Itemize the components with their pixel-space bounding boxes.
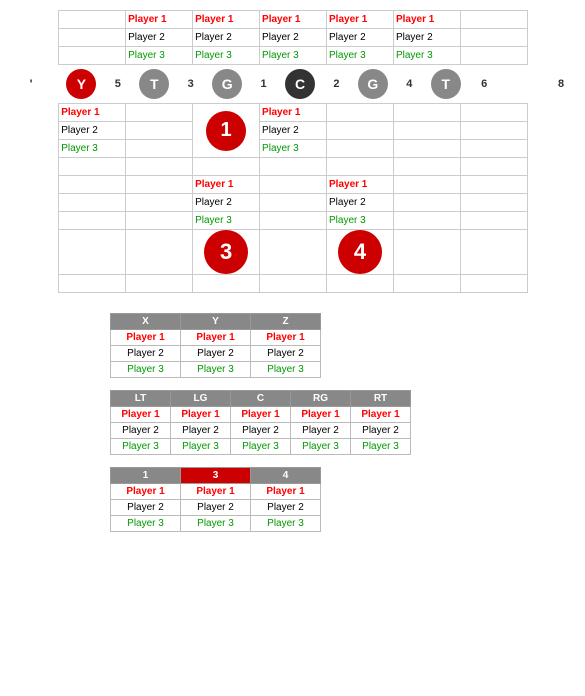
table-row: X Y Z xyxy=(111,314,321,330)
table-row: Player 1 Player 1 Player 1 xyxy=(111,330,321,346)
label-p3: Player 3 xyxy=(128,50,165,61)
label-p1: Player 1 xyxy=(195,14,233,25)
table-row: Player 2 Player 2 Player 2 Player 2 Play… xyxy=(111,423,411,439)
table-row: Player 3 Player 3 xyxy=(10,140,570,158)
table-row: Player 2 Player 2 Player 2 xyxy=(111,346,321,362)
letter-row: ' Y 5 T 3 G 1 C 2 G 4 T 6 8 xyxy=(10,65,570,103)
num-apostrophe: ' xyxy=(10,77,52,91)
table-row: Player 2 Player 2 xyxy=(10,122,570,140)
col-header-4: 4 xyxy=(251,468,321,484)
table-xyz-wrap: X Y Z Player 1 Player 1 Player 1 Player … xyxy=(110,313,575,378)
table-row: 1 3 4 xyxy=(111,468,321,484)
label-p3: Player 3 xyxy=(329,50,366,61)
letter-circle-g1: G xyxy=(212,69,242,99)
label-p2: Player 2 xyxy=(262,32,299,43)
circle-4: 4 xyxy=(338,230,382,274)
data-grid: Player 1 1 Player 1 Player 2 Player 2 Pl… xyxy=(10,103,570,293)
col-header-rg: RG xyxy=(291,391,351,407)
circle-1: 1 xyxy=(206,111,246,151)
table-row: Player 3 Player 3 Player 3 Player 3 Play… xyxy=(111,439,411,455)
num-3: 3 xyxy=(184,78,198,90)
header-grid: Player 1 Player 1 Player 1 Player 1 Play… xyxy=(10,10,570,65)
table-134-wrap: 1 3 4 Player 1 Player 1 Player 1 Player … xyxy=(110,467,575,532)
letter-circle-t1: T xyxy=(139,69,169,99)
num-8: 8 xyxy=(552,78,570,90)
letter-circle-t2: T xyxy=(431,69,461,99)
label-p2: Player 2 xyxy=(329,32,366,43)
col-header-z: Z xyxy=(251,314,321,330)
table-row: Player 1 Player 1 Player 1 Player 1 Play… xyxy=(111,407,411,423)
circle-3: 3 xyxy=(204,230,248,274)
table-row: Player 3 Player 3 xyxy=(10,212,570,230)
table-row: Player 3 Player 3 Player 3 Player 3 Play… xyxy=(10,47,570,65)
table-row: Player 1 Player 1 Player 1 xyxy=(111,484,321,500)
table-line-wrap: LT LG C RG RT Player 1 Player 1 Player 1… xyxy=(110,390,575,455)
num-1: 1 xyxy=(257,78,271,90)
col-header-rt: RT xyxy=(351,391,411,407)
table-row: Player 2 Player 2 xyxy=(10,194,570,212)
table-row: Player 2 Player 2 Player 2 Player 2 Play… xyxy=(10,29,570,47)
table-row: 3 4 xyxy=(10,230,570,275)
col-header-1: 1 xyxy=(111,468,181,484)
bottom-section: X Y Z Player 1 Player 1 Player 1 Player … xyxy=(10,313,575,532)
col-header-lt: LT xyxy=(111,391,171,407)
table-row: Player 3 Player 3 Player 3 xyxy=(111,362,321,378)
num-4: 4 xyxy=(402,78,416,90)
table-line: LT LG C RG RT Player 1 Player 1 Player 1… xyxy=(110,390,411,455)
letter-circle-c: C xyxy=(285,69,315,99)
letter-circle-g2: G xyxy=(358,69,388,99)
label-p2: Player 2 xyxy=(396,32,433,43)
table-row: Player 2 Player 2 Player 2 xyxy=(111,500,321,516)
num-2: 2 xyxy=(329,78,343,90)
col-header-x: X xyxy=(111,314,181,330)
label-p1: Player 1 xyxy=(262,14,300,25)
label-p1: Player 1 xyxy=(329,14,367,25)
col-header-lg: LG xyxy=(171,391,231,407)
table-134: 1 3 4 Player 1 Player 1 Player 1 Player … xyxy=(110,467,321,532)
num-6: 6 xyxy=(475,78,493,90)
table-row xyxy=(10,275,570,293)
label-p3: Player 3 xyxy=(396,50,433,61)
col-header-y: Y xyxy=(181,314,251,330)
table-row: Player 1 Player 1 Player 1 Player 1 Play… xyxy=(10,11,570,29)
label-p3: Player 3 xyxy=(262,50,299,61)
label-p2: Player 2 xyxy=(128,32,165,43)
label-p1: Player 1 xyxy=(128,14,166,25)
num-5: 5 xyxy=(111,78,125,90)
top-section: Player 1 Player 1 Player 1 Player 1 Play… xyxy=(10,10,570,293)
table-xyz: X Y Z Player 1 Player 1 Player 1 Player … xyxy=(110,313,321,378)
table-row: Player 3 Player 3 Player 3 xyxy=(111,516,321,532)
table-row: Player 1 1 Player 1 xyxy=(10,104,570,122)
label-p3: Player 3 xyxy=(195,50,232,61)
table-row: Player 1 Player 1 xyxy=(10,176,570,194)
col-header-c: C xyxy=(231,391,291,407)
table-row xyxy=(10,158,570,176)
table-row: LT LG C RG RT xyxy=(111,391,411,407)
letter-circle-y: Y xyxy=(66,69,96,99)
label-p2: Player 2 xyxy=(195,32,232,43)
col-header-3: 3 xyxy=(181,468,251,484)
label-p1: Player 1 xyxy=(396,14,434,25)
